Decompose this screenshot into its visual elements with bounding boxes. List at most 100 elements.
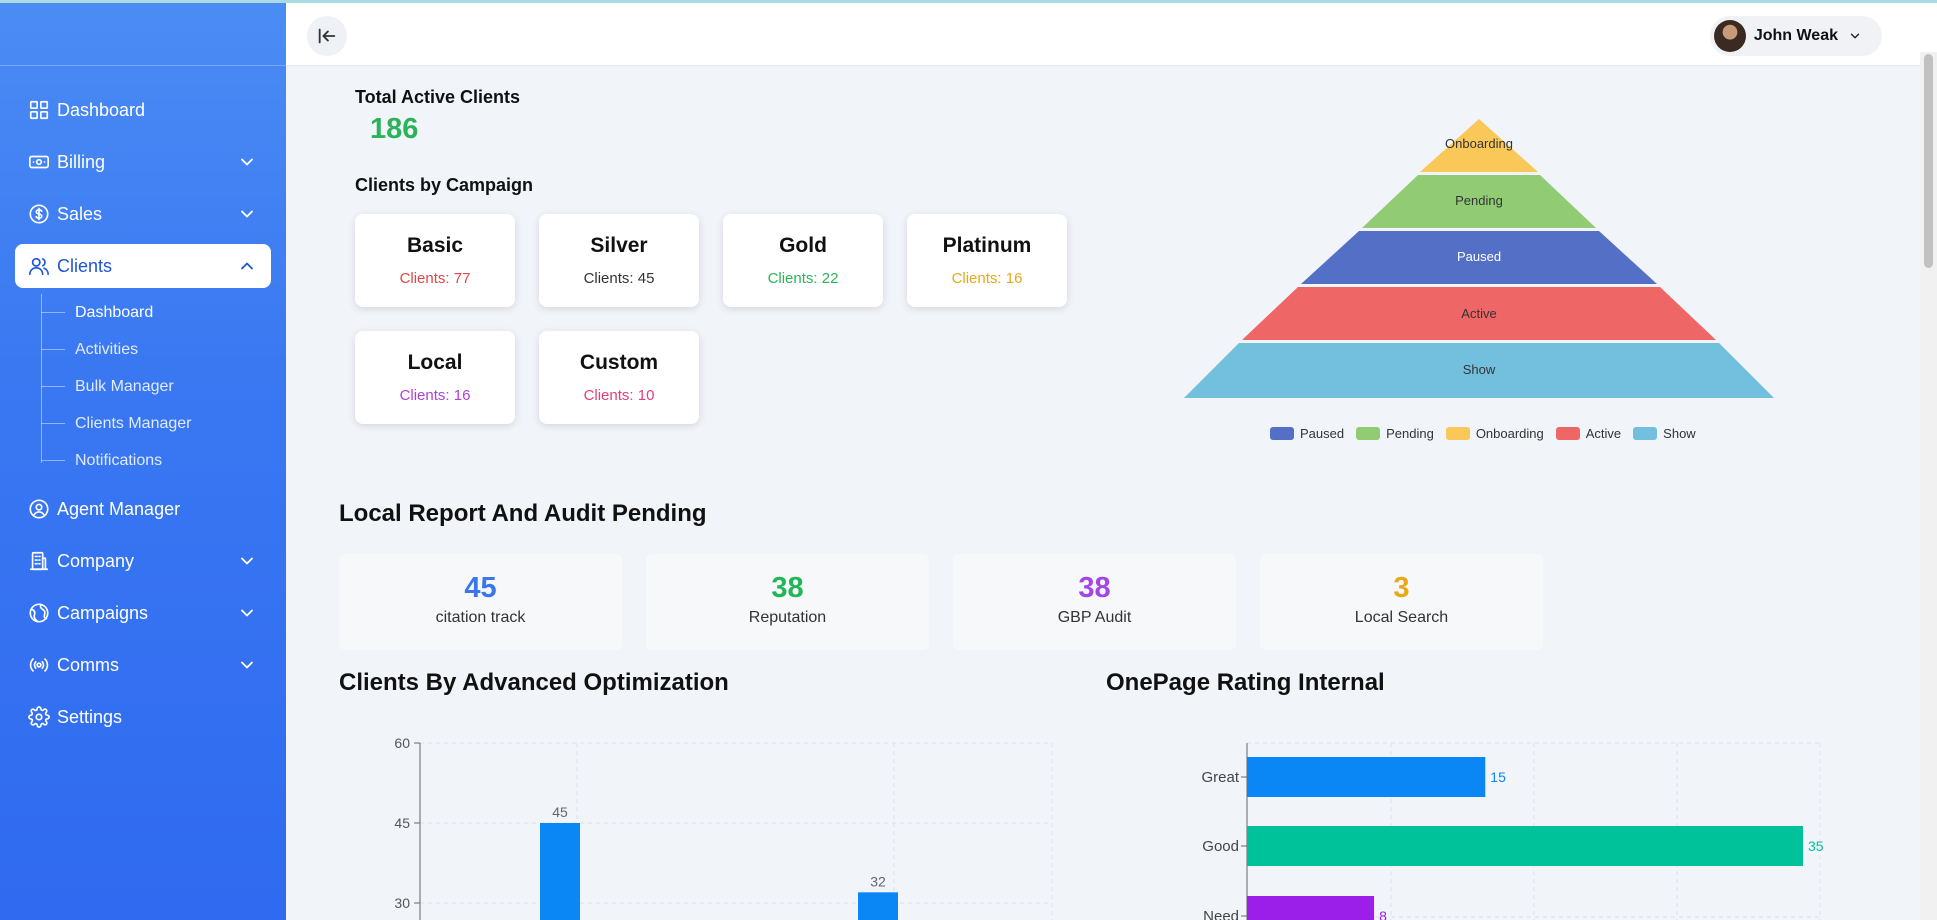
campaign-name: Silver: [590, 234, 648, 257]
pyramid-label-active: Active: [1461, 306, 1496, 321]
adv-bar-value-label: 32: [870, 873, 886, 889]
adv-bar[interactable]: [540, 823, 580, 920]
stat-card-local-search[interactable]: 3 Local Search: [1260, 554, 1543, 650]
subnav-item-dashboard[interactable]: Dashboard: [40, 294, 286, 331]
onepage-bar-value-label: 15: [1490, 769, 1506, 785]
campaign-count: Clients: 16: [951, 270, 1023, 287]
sidebar-item-comms[interactable]: Comms: [15, 643, 271, 687]
sidebar-item-label: Clients: [57, 255, 113, 276]
onepage-bar-value-label: 8: [1379, 908, 1387, 920]
stat-label: Reputation: [748, 609, 827, 626]
subnav-item-notifications[interactable]: Notifications: [40, 442, 286, 479]
campaign-card-custom[interactable]: Custom Clients: 10: [539, 331, 699, 424]
stat-card-gbp-audit[interactable]: 38 GBP Audit: [953, 554, 1236, 650]
chevron-down-icon: [237, 551, 257, 571]
legend-item-onboarding[interactable]: Onboarding: [1445, 426, 1544, 441]
stat-value: 45: [464, 572, 497, 604]
campaign-card-platinum[interactable]: Platinum Clients: 16: [907, 214, 1067, 307]
campaign-name: Custom: [579, 351, 659, 374]
total-active-clients-label: Total Active Clients: [355, 87, 521, 107]
adv-y-tick-label: 60: [394, 735, 410, 751]
chevron-down-icon: [237, 204, 257, 224]
user-menu-button[interactable]: John Weak: [1709, 16, 1882, 56]
globe-icon: [27, 601, 51, 625]
subnav-item-clients-manager[interactable]: Clients Manager: [40, 405, 286, 442]
campaign-count: Clients: 45: [583, 270, 655, 287]
campaign-name: Basic: [406, 234, 464, 257]
pyramid-label-show: Show: [1463, 362, 1496, 377]
campaign-count: Clients: 10: [583, 387, 655, 404]
adv-y-tick-label: 45: [394, 815, 410, 831]
sidebar: Dashboard Billing Sales Clients Dashboar…: [0, 0, 286, 920]
grid-icon: [27, 98, 51, 122]
sidebar-item-settings[interactable]: Settings: [15, 695, 271, 739]
advanced-optimization-title: Clients By Advanced Optimization: [339, 669, 729, 696]
stat-value: 3: [1393, 572, 1410, 604]
campaign-count: Clients: 22: [767, 270, 839, 287]
adv-bar[interactable]: [858, 892, 898, 920]
dollar-circle-icon: [27, 202, 51, 226]
adv-y-tick-label: 30: [394, 895, 410, 911]
legend-item-active[interactable]: Active: [1555, 426, 1621, 441]
clients-by-campaign-label: Clients by Campaign: [355, 175, 534, 195]
onepage-category-label: Great: [1201, 769, 1239, 786]
sidebar-item-campaigns[interactable]: Campaigns: [15, 591, 271, 635]
broadcast-icon: [27, 653, 51, 677]
top-header: John Weak: [286, 3, 1937, 66]
chevron-up-icon: [237, 256, 257, 276]
sidebar-item-label: Dashboard: [57, 99, 146, 120]
legend-swatch: [1356, 427, 1381, 440]
users-icon: [27, 254, 51, 278]
campaign-count: Clients: 16: [399, 387, 471, 404]
onepage-category-label: Good: [1202, 838, 1239, 855]
sidebar-item-agent-manager[interactable]: Agent Manager: [15, 487, 271, 531]
clients-subnav: Dashboard Activities Bulk Manager Client…: [40, 294, 286, 479]
legend-label: Paused: [1300, 426, 1345, 441]
subnav-item-bulk-manager[interactable]: Bulk Manager: [40, 368, 286, 405]
legend-swatch: [1445, 427, 1470, 440]
subnav-item-activities[interactable]: Activities: [40, 331, 286, 368]
sidebar-item-clients[interactable]: Clients: [15, 244, 271, 288]
adv-grid: [420, 742, 1053, 920]
campaign-card-basic[interactable]: Basic Clients: 77: [355, 214, 515, 307]
sidebar-item-sales[interactable]: Sales: [15, 192, 271, 236]
pyramid-label-paused: Paused: [1457, 249, 1501, 264]
campaign-count: Clients: 77: [399, 270, 471, 287]
onepage-bar[interactable]: [1247, 757, 1486, 797]
sidebar-item-billing[interactable]: Billing: [15, 140, 271, 184]
chevron-down-icon: [1848, 29, 1862, 43]
page-scrollbar[interactable]: [1920, 52, 1937, 920]
sidebar-nav-lower: Agent Manager Company Campaigns Comms Se…: [0, 487, 286, 739]
campaign-card-silver[interactable]: Silver Clients: 45: [539, 214, 699, 307]
sidebar-item-dashboard[interactable]: Dashboard: [15, 88, 271, 132]
status-pyramid-chart: Onboarding Pending Paused Active Show: [1184, 119, 1774, 398]
sidebar-brand-area: [0, 0, 286, 66]
onepage-bar[interactable]: [1247, 826, 1803, 866]
sidebar-item-label: Company: [57, 550, 135, 571]
scrollbar-thumb[interactable]: [1924, 54, 1933, 268]
cash-icon: [27, 150, 51, 174]
campaign-card-gold[interactable]: Gold Clients: 22: [723, 214, 883, 307]
gear-icon: [27, 705, 51, 729]
legend-item-pending[interactable]: Pending: [1356, 426, 1434, 441]
pyramid-legend: Paused Pending Onboarding Active Show: [1270, 426, 1708, 441]
legend-item-show[interactable]: Show: [1633, 426, 1696, 441]
sidebar-item-label: Campaigns: [57, 602, 149, 623]
arrow-left-bar-icon: [318, 28, 336, 44]
sidebar-item-company[interactable]: Company: [15, 539, 271, 583]
sidebar-item-label: Agent Manager: [57, 498, 181, 519]
onepage-bar-value-label: 35: [1808, 838, 1824, 854]
pyramid-label-onboarding: Onboarding: [1445, 136, 1513, 151]
user-circle-icon: [27, 497, 51, 521]
legend-swatch: [1270, 427, 1294, 440]
stat-card-citation-track[interactable]: 45 citation track: [339, 554, 622, 650]
collapse-sidebar-button[interactable]: [307, 16, 347, 56]
chevron-down-icon: [237, 603, 257, 623]
onepage-rating-chart: 15 Great 35 Good 8 Need: [1201, 742, 1824, 920]
stat-card-reputation[interactable]: 38 Reputation: [646, 554, 929, 650]
onepage-bar[interactable]: [1247, 896, 1375, 920]
stat-label: Local Search: [1354, 609, 1449, 626]
campaign-card-local[interactable]: Local Clients: 16: [355, 331, 515, 424]
avatar: [1713, 20, 1746, 52]
legend-item-paused[interactable]: Paused: [1270, 426, 1344, 441]
